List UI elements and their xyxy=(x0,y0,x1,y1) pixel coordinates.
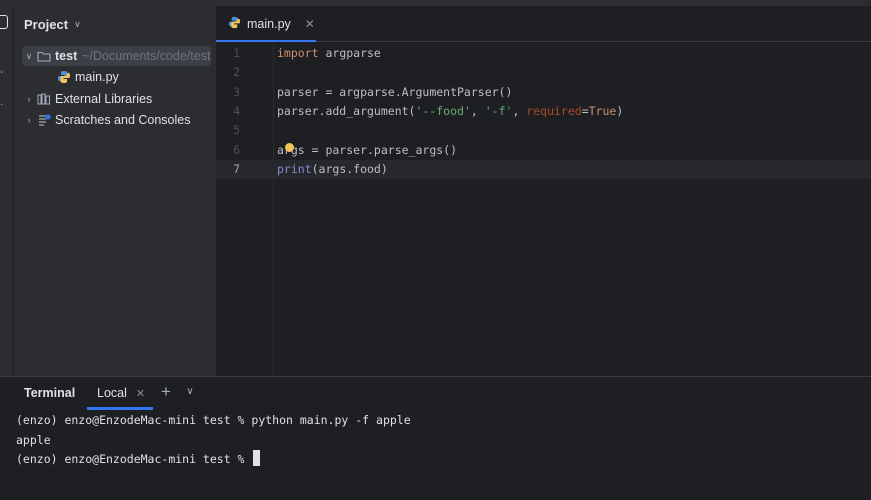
line-number: 6 xyxy=(233,143,240,157)
code-token: print xyxy=(277,162,312,176)
terminal-prompt: (enzo) enzo@EnzodeMac-mini test % xyxy=(16,452,252,466)
tree-item-label: main.py xyxy=(75,70,119,84)
code-line-current[interactable]: 7 print(args.food) xyxy=(216,160,871,179)
terminal-tab-label: Local xyxy=(97,386,127,400)
close-icon[interactable]: ✕ xyxy=(305,17,315,31)
code-token: parser = argparse.ArgumentParser() xyxy=(277,85,513,99)
code-token: argparse xyxy=(318,46,381,60)
tree-item-label: External Libraries xyxy=(55,92,153,106)
terminal-output-line: (enzo) enzo@EnzodeMac-mini test % python… xyxy=(16,413,411,427)
line-number: 5 xyxy=(233,123,240,137)
chevron-right-icon[interactable]: › xyxy=(22,115,36,125)
chevron-down-icon[interactable]: ∨ xyxy=(183,382,197,402)
terminal-output-line: apple xyxy=(16,433,51,447)
tree-item-main-py[interactable]: main.py xyxy=(56,67,119,87)
scratches-icon xyxy=(36,112,52,128)
code-line[interactable]: 3 parser = argparse.ArgumentParser() xyxy=(216,83,871,102)
line-number: 1 xyxy=(233,46,240,60)
project-title: Project xyxy=(24,17,69,32)
code-token: import xyxy=(277,46,319,60)
editor-tab-label: main.py xyxy=(247,17,291,31)
library-icon xyxy=(36,91,52,107)
tree-item-external-libraries[interactable]: › External Libraries xyxy=(22,89,153,109)
tree-item-path-hint: ~/Documents/code/test xyxy=(82,49,211,63)
code-line[interactable]: 2 xyxy=(216,63,871,82)
terminal-prompt-line[interactable]: (enzo) enzo@EnzodeMac-mini test % xyxy=(16,450,261,469)
code-token: required xyxy=(526,104,582,118)
editor-tab-main-py[interactable]: main.py ✕ xyxy=(216,6,316,42)
code-token: True xyxy=(588,104,617,118)
chevron-down-icon: ∨ xyxy=(74,19,81,29)
python-file-icon xyxy=(56,69,72,85)
code-line[interactable]: 1 import argparse xyxy=(216,44,871,63)
active-tab-indicator xyxy=(216,40,316,42)
project-panel: Project ∨ ∨ test ~/Documents/code/test m… xyxy=(14,6,216,376)
terminal-title: Terminal xyxy=(24,386,76,400)
tree-item-label: test xyxy=(55,49,78,63)
project-tool-icon[interactable] xyxy=(0,15,8,29)
code-editor: main.py ✕ 1 import argparse 2 3 parser =… xyxy=(216,6,871,376)
code-token: '-f' xyxy=(484,104,513,118)
editor-tab-bar: main.py ✕ xyxy=(216,6,871,42)
python-file-icon xyxy=(228,16,241,32)
code-token: args = parser.parse_args() xyxy=(277,143,458,157)
code-token: '--food' xyxy=(415,104,471,118)
code-token: , xyxy=(470,104,485,118)
intention-bulb-icon[interactable] xyxy=(285,143,294,152)
line-number: 3 xyxy=(233,85,240,99)
close-icon[interactable]: ✕ xyxy=(136,387,145,400)
terminal-tab-local[interactable]: Local ✕ xyxy=(87,377,153,409)
left-tool-strip: ◦ · xyxy=(0,6,14,376)
line-number: 7 xyxy=(233,162,240,176)
structure-tool-icon[interactable]: · xyxy=(0,98,8,112)
chevron-right-icon[interactable]: › xyxy=(22,94,36,104)
terminal-cursor xyxy=(253,450,261,466)
code-token: parser.add_argument( xyxy=(277,104,416,118)
tree-item-label: Scratches and Consoles xyxy=(55,113,191,127)
commit-tool-icon[interactable]: ◦ xyxy=(0,66,8,80)
terminal-header: Terminal Local ✕ + ∨ xyxy=(0,377,871,410)
active-terminal-tab-indicator xyxy=(87,407,153,410)
tree-item-test-folder[interactable]: ∨ test ~/Documents/code/test xyxy=(22,46,211,66)
code-token: ) xyxy=(616,104,624,118)
code-line[interactable]: 5 xyxy=(216,121,871,140)
line-number: 4 xyxy=(233,104,240,118)
code-token: , xyxy=(512,104,527,118)
code-token: (args.food) xyxy=(311,162,388,176)
code-line[interactable]: 4 parser.add_argument('--food', '-f', re… xyxy=(216,102,871,121)
add-terminal-icon[interactable]: + xyxy=(158,382,174,402)
tree-item-scratches[interactable]: › Scratches and Consoles xyxy=(22,110,191,130)
terminal-panel: Terminal Local ✕ + ∨ (enzo) enzo@EnzodeM… xyxy=(0,376,871,500)
code-line[interactable]: 6 args = parser.parse_args() xyxy=(216,141,871,160)
line-number: 2 xyxy=(233,65,240,79)
folder-icon xyxy=(36,48,52,64)
chevron-down-icon[interactable]: ∨ xyxy=(22,51,36,62)
project-view-selector[interactable]: Project ∨ xyxy=(24,17,81,32)
code-token: = xyxy=(581,104,589,118)
